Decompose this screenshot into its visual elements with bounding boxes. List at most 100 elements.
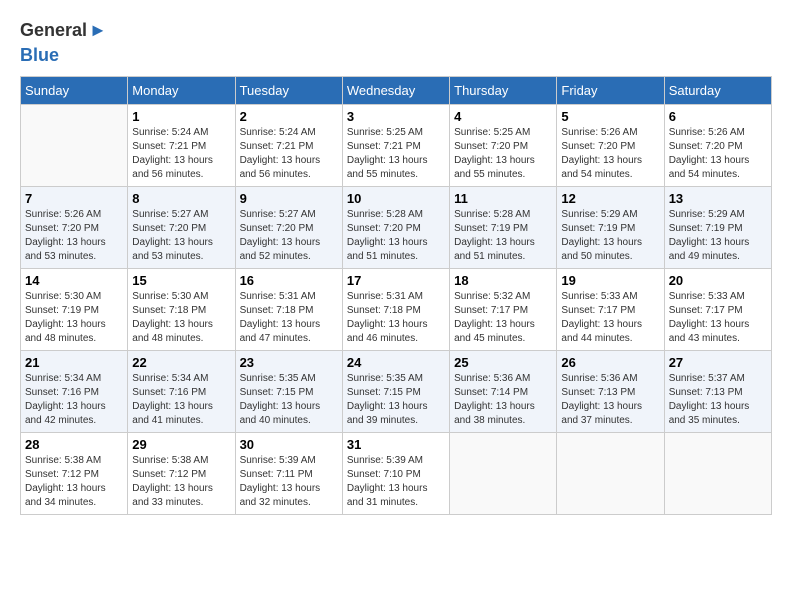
weekday-header: Friday [557, 77, 664, 105]
day-number: 1 [132, 109, 230, 124]
day-info: Sunrise: 5:39 AM Sunset: 7:11 PM Dayligh… [240, 454, 338, 510]
calendar-week-row: 7Sunrise: 5:26 AM Sunset: 7:20 PM Daylig… [21, 187, 772, 269]
calendar-day-cell: 21 Sunrise: 5:34 AM Sunset: 7:16 PM Dayli… [21, 351, 128, 433]
weekday-header-row: SundayMondayTuesdayWednesdayThursdayFrid… [21, 77, 772, 105]
day-number: 26 [561, 355, 659, 370]
day-number: 18 [454, 273, 552, 288]
logo-bird-icon: ► [89, 20, 107, 41]
day-number: 16 [240, 273, 338, 288]
day-number: 11 [454, 191, 552, 206]
day-info: Sunrise: 5:38 AM Sunset: 7:12 PM Dayligh… [132, 454, 230, 510]
weekday-header: Sunday [21, 77, 128, 105]
calendar-day-cell: 18 Sunrise: 5:32 AM Sunset: 7:17 PM Dayli… [450, 269, 557, 351]
day-number: 8 [132, 191, 230, 206]
day-number: 7 [25, 191, 123, 206]
day-info: Sunrise: 5:34 AM Sunset: 7:16 PM Dayligh… [25, 372, 123, 428]
calendar-day-cell: 2 Sunrise: 5:24 AM Sunset: 7:21 PM Daylig… [235, 105, 342, 187]
day-number: 15 [132, 273, 230, 288]
day-number: 20 [669, 273, 767, 288]
day-info: Sunrise: 5:31 AM Sunset: 7:18 PM Dayligh… [347, 290, 445, 346]
calendar-day-cell: 7Sunrise: 5:26 AM Sunset: 7:20 PM Daylig… [21, 187, 128, 269]
day-info: Sunrise: 5:36 AM Sunset: 7:14 PM Dayligh… [454, 372, 552, 428]
calendar-day-cell: 11 Sunrise: 5:28 AM Sunset: 7:19 PM Dayli… [450, 187, 557, 269]
calendar-week-row: 14 Sunrise: 5:30 AM Sunset: 7:19 PM Dayli… [21, 269, 772, 351]
logo: General ► Blue [20, 20, 107, 66]
day-number: 27 [669, 355, 767, 370]
day-number: 13 [669, 191, 767, 206]
day-number: 19 [561, 273, 659, 288]
calendar-day-cell: 8Sunrise: 5:27 AM Sunset: 7:20 PM Daylig… [128, 187, 235, 269]
day-number: 2 [240, 109, 338, 124]
calendar-week-row: 28 Sunrise: 5:38 AM Sunset: 7:12 PM Dayli… [21, 433, 772, 515]
day-info: Sunrise: 5:24 AM Sunset: 7:21 PM Dayligh… [240, 126, 338, 182]
day-info: Sunrise: 5:36 AM Sunset: 7:13 PM Dayligh… [561, 372, 659, 428]
day-number: 3 [347, 109, 445, 124]
day-info: Sunrise: 5:30 AM Sunset: 7:19 PM Dayligh… [25, 290, 123, 346]
day-info: Sunrise: 5:30 AM Sunset: 7:18 PM Dayligh… [132, 290, 230, 346]
day-number: 21 [25, 355, 123, 370]
day-info: Sunrise: 5:25 AM Sunset: 7:20 PM Dayligh… [454, 126, 552, 182]
calendar-day-cell [664, 433, 771, 515]
logo-blue-text: Blue [20, 45, 59, 66]
day-number: 17 [347, 273, 445, 288]
logo-general-text: General [20, 20, 87, 41]
calendar-day-cell: 23 Sunrise: 5:35 AM Sunset: 7:15 PM Dayli… [235, 351, 342, 433]
day-info: Sunrise: 5:32 AM Sunset: 7:17 PM Dayligh… [454, 290, 552, 346]
day-number: 4 [454, 109, 552, 124]
day-number: 30 [240, 437, 338, 452]
day-info: Sunrise: 5:33 AM Sunset: 7:17 PM Dayligh… [669, 290, 767, 346]
day-info: Sunrise: 5:29 AM Sunset: 7:19 PM Dayligh… [669, 208, 767, 264]
calendar-day-cell: 25 Sunrise: 5:36 AM Sunset: 7:14 PM Dayli… [450, 351, 557, 433]
day-info: Sunrise: 5:28 AM Sunset: 7:20 PM Dayligh… [347, 208, 445, 264]
weekday-header: Wednesday [342, 77, 449, 105]
day-info: Sunrise: 5:28 AM Sunset: 7:19 PM Dayligh… [454, 208, 552, 264]
weekday-header: Thursday [450, 77, 557, 105]
day-info: Sunrise: 5:35 AM Sunset: 7:15 PM Dayligh… [240, 372, 338, 428]
day-info: Sunrise: 5:38 AM Sunset: 7:12 PM Dayligh… [25, 454, 123, 510]
calendar-day-cell: 1 Sunrise: 5:24 AM Sunset: 7:21 PM Daylig… [128, 105, 235, 187]
calendar-day-cell: 13 Sunrise: 5:29 AM Sunset: 7:19 PM Dayli… [664, 187, 771, 269]
calendar-day-cell [450, 433, 557, 515]
day-info: Sunrise: 5:27 AM Sunset: 7:20 PM Dayligh… [240, 208, 338, 264]
day-number: 25 [454, 355, 552, 370]
day-info: Sunrise: 5:29 AM Sunset: 7:19 PM Dayligh… [561, 208, 659, 264]
day-number: 6 [669, 109, 767, 124]
weekday-header: Monday [128, 77, 235, 105]
calendar-day-cell: 15 Sunrise: 5:30 AM Sunset: 7:18 PM Dayli… [128, 269, 235, 351]
day-number: 9 [240, 191, 338, 206]
day-info: Sunrise: 5:26 AM Sunset: 7:20 PM Dayligh… [561, 126, 659, 182]
calendar-day-cell: 28 Sunrise: 5:38 AM Sunset: 7:12 PM Dayli… [21, 433, 128, 515]
day-info: Sunrise: 5:25 AM Sunset: 7:21 PM Dayligh… [347, 126, 445, 182]
calendar-day-cell: 9 Sunrise: 5:27 AM Sunset: 7:20 PM Daylig… [235, 187, 342, 269]
calendar-day-cell: 4 Sunrise: 5:25 AM Sunset: 7:20 PM Daylig… [450, 105, 557, 187]
day-info: Sunrise: 5:35 AM Sunset: 7:15 PM Dayligh… [347, 372, 445, 428]
weekday-header: Tuesday [235, 77, 342, 105]
calendar-table: SundayMondayTuesdayWednesdayThursdayFrid… [20, 76, 772, 515]
day-info: Sunrise: 5:31 AM Sunset: 7:18 PM Dayligh… [240, 290, 338, 346]
calendar-day-cell: 19 Sunrise: 5:33 AM Sunset: 7:17 PM Dayli… [557, 269, 664, 351]
calendar-day-cell: 20 Sunrise: 5:33 AM Sunset: 7:17 PM Dayli… [664, 269, 771, 351]
calendar-day-cell: 29Sunrise: 5:38 AM Sunset: 7:12 PM Dayli… [128, 433, 235, 515]
day-info: Sunrise: 5:37 AM Sunset: 7:13 PM Dayligh… [669, 372, 767, 428]
calendar-day-cell: 26 Sunrise: 5:36 AM Sunset: 7:13 PM Dayli… [557, 351, 664, 433]
day-number: 31 [347, 437, 445, 452]
day-info: Sunrise: 5:24 AM Sunset: 7:21 PM Dayligh… [132, 126, 230, 182]
day-number: 14 [25, 273, 123, 288]
calendar-week-row: 21 Sunrise: 5:34 AM Sunset: 7:16 PM Dayli… [21, 351, 772, 433]
calendar-day-cell: 14 Sunrise: 5:30 AM Sunset: 7:19 PM Dayli… [21, 269, 128, 351]
day-number: 23 [240, 355, 338, 370]
day-number: 22 [132, 355, 230, 370]
day-number: 10 [347, 191, 445, 206]
weekday-header: Saturday [664, 77, 771, 105]
calendar-day-cell: 30 Sunrise: 5:39 AM Sunset: 7:11 PM Dayli… [235, 433, 342, 515]
calendar-day-cell: 12Sunrise: 5:29 AM Sunset: 7:19 PM Dayli… [557, 187, 664, 269]
day-info: Sunrise: 5:33 AM Sunset: 7:17 PM Dayligh… [561, 290, 659, 346]
day-number: 5 [561, 109, 659, 124]
calendar-day-cell: 22Sunrise: 5:34 AM Sunset: 7:16 PM Dayli… [128, 351, 235, 433]
calendar-day-cell: 3 Sunrise: 5:25 AM Sunset: 7:21 PM Daylig… [342, 105, 449, 187]
calendar-day-cell: 27 Sunrise: 5:37 AM Sunset: 7:13 PM Dayli… [664, 351, 771, 433]
calendar-day-cell [557, 433, 664, 515]
day-info: Sunrise: 5:39 AM Sunset: 7:10 PM Dayligh… [347, 454, 445, 510]
calendar-day-cell: 5 Sunrise: 5:26 AM Sunset: 7:20 PM Daylig… [557, 105, 664, 187]
day-number: 28 [25, 437, 123, 452]
